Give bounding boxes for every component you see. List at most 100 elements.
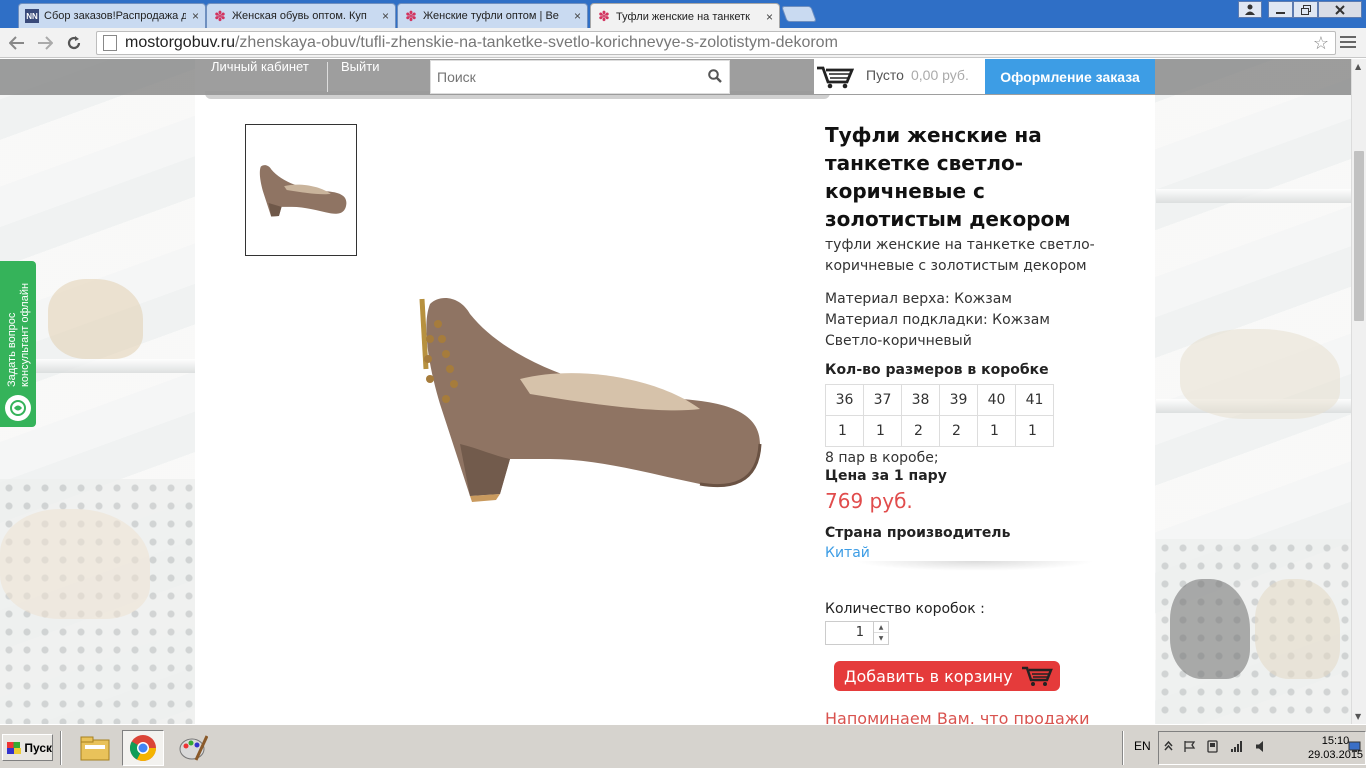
- product-attributes: Материал верха: Кожзам Материал подкладк…: [825, 289, 1125, 352]
- paint-icon[interactable]: [172, 730, 214, 766]
- background-shoe-image: [1170, 579, 1250, 679]
- network-signal-icon[interactable]: [1230, 739, 1244, 753]
- minimize-icon[interactable]: [1268, 1, 1293, 18]
- back-arrow-icon[interactable]: [6, 32, 28, 54]
- volume-icon[interactable]: [1254, 739, 1268, 753]
- page-scrollbar[interactable]: ▲ ▼: [1351, 59, 1366, 724]
- browser-menu-icon[interactable]: [1340, 34, 1356, 50]
- sizes-table: 36 37 38 39 40 41 1 1 2 2 1 1: [825, 384, 1054, 447]
- chat-icon: [5, 395, 31, 421]
- scrollbar-thumb[interactable]: [1354, 151, 1364, 321]
- forward-arrow-icon[interactable]: [34, 32, 56, 54]
- quantity-spinner[interactable]: ▲ ▼: [873, 622, 888, 644]
- spin-down-icon[interactable]: ▼: [874, 633, 888, 644]
- product-title: Туфли женские на танкетке светло-коричне…: [825, 123, 1071, 231]
- material-lining: Материал подкладки: Кожзам: [825, 312, 1050, 328]
- page-viewport: Задать вопрос консультант офлайн Туфли ж…: [0, 59, 1351, 724]
- size-count-cell: 1: [1015, 415, 1054, 447]
- browser-toolbar: mostorgobuv.ru/zhenskaya-obuv/tufli-zhen…: [0, 28, 1366, 58]
- account-link[interactable]: Личный кабинет: [205, 59, 315, 93]
- search-box: [430, 60, 730, 94]
- tray-expand-icon[interactable]: [1161, 739, 1175, 753]
- add-to-cart-label: Добавить в корзину: [844, 666, 1013, 686]
- add-to-cart-button[interactable]: Добавить в корзину: [834, 661, 1060, 691]
- page-icon: [103, 35, 117, 51]
- star-icon: ✽: [405, 7, 417, 24]
- product-thumbnail[interactable]: [245, 124, 357, 256]
- size-count-cell: 1: [863, 415, 902, 447]
- logout-link[interactable]: Выйти: [335, 59, 386, 93]
- size-count-cell: 2: [901, 415, 940, 447]
- tab-close-icon[interactable]: ×: [192, 9, 199, 23]
- consultant-line-2: консультант офлайн: [19, 282, 31, 387]
- tab-label: Женские туфли оптом | Ве: [423, 10, 559, 22]
- start-label: Пуск: [24, 740, 52, 755]
- cart-amount: 0,00 руб.: [911, 67, 969, 83]
- scroll-down-icon[interactable]: ▼: [1355, 712, 1361, 721]
- tab-close-icon[interactable]: ×: [382, 9, 389, 23]
- checkout-button[interactable]: Оформление заказа: [985, 59, 1155, 94]
- search-input[interactable]: [431, 61, 701, 93]
- divider: [855, 561, 1095, 571]
- material-upper: Материал верха: Кожзам: [825, 291, 1012, 307]
- tab-zhenskie-tufli[interactable]: ✽ Женские туфли оптом | Ве ×: [397, 3, 588, 28]
- size-cell: 41: [1015, 384, 1054, 416]
- background-shoe-image: [1255, 579, 1340, 679]
- search-icon[interactable]: [708, 69, 722, 83]
- tab-close-icon[interactable]: ×: [574, 9, 581, 23]
- window-close-icon[interactable]: [1318, 1, 1362, 18]
- star-icon: ✽: [214, 7, 226, 24]
- site-top-bar: Личный кабинет Выйти Пусто 0,00 руб. Офо…: [0, 59, 1351, 99]
- tab-label: Туфли женские на танкетк: [616, 10, 750, 23]
- address-bar[interactable]: mostorgobuv.ru/zhenskaya-obuv/tufli-zhen…: [96, 31, 1336, 55]
- quantity-stepper[interactable]: 1 ▲ ▼: [825, 621, 889, 645]
- sizes-row: 36 37 38 39 40 41: [825, 384, 1054, 416]
- consultant-side-tab[interactable]: Задать вопрос консультант офлайн: [0, 261, 36, 427]
- tab-zhenskaya-obuv[interactable]: ✽ Женская обувь оптом. Куп ×: [206, 3, 396, 28]
- pairs-per-box: 8 пар в коробе;: [825, 450, 939, 466]
- windows-logo-icon: [7, 741, 22, 754]
- shoe-thumbnail-image: [259, 165, 347, 217]
- mini-cart[interactable]: Пусто 0,00 руб.: [814, 59, 985, 94]
- star-icon: ✽: [598, 8, 610, 24]
- tab-tufli-na-tanketke[interactable]: ✽ Туфли женские на танкетк ×: [590, 3, 780, 29]
- top-bar-separator: [327, 62, 328, 92]
- tab-sbor-zakazov[interactable]: NN Сбор заказов!Распродажа д ×: [18, 3, 206, 28]
- product-content: Туфли женские на танкетке светло-коричне…: [195, 59, 1155, 724]
- product-info-panel: Туфли женские на танкетке светло-коричне…: [825, 121, 1125, 724]
- show-desktop-icon[interactable]: [1347, 739, 1361, 753]
- quantity-label: Количество коробок :: [825, 601, 985, 617]
- start-button[interactable]: Пуск: [2, 734, 53, 761]
- tab-favicon: NN: [25, 9, 39, 23]
- bookmark-star-icon[interactable]: ☆: [1313, 33, 1329, 54]
- restore-icon[interactable]: [1293, 1, 1318, 18]
- size-count-cell: 2: [939, 415, 978, 447]
- product-price: 769 руб.: [825, 489, 913, 513]
- cart-status: Пусто: [866, 67, 904, 83]
- spin-up-icon[interactable]: ▲: [874, 622, 888, 633]
- country-link[interactable]: Китай: [825, 545, 1125, 561]
- file-explorer-icon[interactable]: [74, 730, 116, 766]
- size-cell: 37: [863, 384, 902, 416]
- tab-close-icon[interactable]: ×: [766, 10, 773, 24]
- scroll-up-icon[interactable]: ▲: [1355, 62, 1361, 71]
- url-path: /zhenskaya-obuv/tufli-zhenskie-na-tanket…: [234, 34, 838, 51]
- cart-icon: [817, 66, 854, 89]
- reload-icon[interactable]: [63, 32, 85, 54]
- size-cell: 38: [901, 384, 940, 416]
- user-profile-icon[interactable]: [1238, 1, 1262, 18]
- language-indicator[interactable]: EN: [1134, 739, 1151, 753]
- cart-icon: [1021, 666, 1053, 686]
- product-color: Светло-коричневый: [825, 333, 972, 349]
- action-center-flag-icon[interactable]: [1182, 739, 1196, 753]
- taskbar-separator: [1122, 731, 1124, 765]
- background-shoe-image: [1180, 329, 1340, 419]
- sizes-heading: Кол-во размеров в коробке: [825, 362, 1049, 378]
- taskbar-separator: [60, 731, 62, 765]
- product-main-image[interactable]: [400, 284, 770, 504]
- reminder-text: Напоминаем Вам, что продажи: [825, 709, 1090, 724]
- chrome-icon[interactable]: [122, 730, 164, 766]
- country-heading: Страна производитель: [825, 525, 1011, 541]
- new-tab-button[interactable]: [781, 6, 817, 22]
- device-icon[interactable]: [1205, 739, 1219, 753]
